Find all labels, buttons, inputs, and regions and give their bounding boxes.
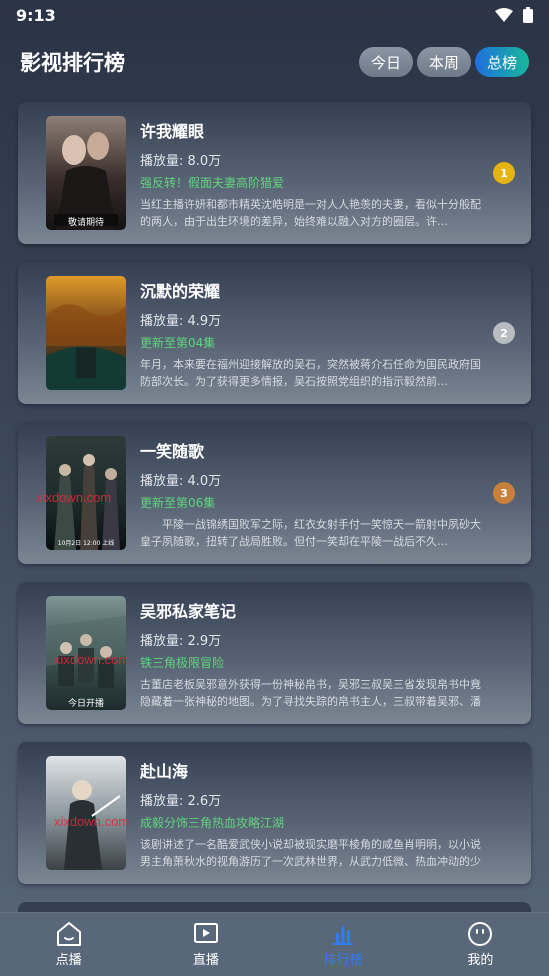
item-tag: 铁三角极限冒险 bbox=[140, 656, 225, 670]
nav-label: 排行榜 bbox=[323, 953, 363, 968]
nav-label: 点播 bbox=[55, 953, 82, 968]
watermark-text: xixdown.com bbox=[54, 652, 130, 667]
item-plays: 播放量: 4.0万 bbox=[140, 474, 222, 489]
poster-caption: 10月2日 12:00 上线 bbox=[57, 540, 115, 547]
item-title: 沉默的荣耀 bbox=[140, 282, 221, 301]
list-item[interactable]: 敬请期待 许我耀眼 播放量: 8.0万 强反转！假面夫妻高阶猎爱 当红主播许妍和… bbox=[18, 102, 531, 244]
nav-item-profile[interactable]: 我的 bbox=[440, 921, 520, 968]
item-description: 平陵一战锦绣国败军之际，红衣女射手付一笑惊天一箭射中夙砂大皇子夙随歌，扭转了战局… bbox=[140, 518, 481, 548]
item-tag: 强反转！假面夫妻高阶猎爱 bbox=[140, 176, 285, 190]
home-icon bbox=[56, 922, 81, 946]
watermark-text: xixdown.com bbox=[54, 814, 130, 829]
wifi-icon bbox=[495, 8, 513, 22]
item-description: 当红主播许妍和都市精英沈皓明是一对人人艳羡的夫妻，看似十分般配的两人，由于出生环… bbox=[140, 198, 481, 228]
rank-badge: 2 bbox=[493, 322, 515, 344]
nav-item-ranking[interactable]: 排行榜 bbox=[303, 921, 383, 968]
item-plays: 播放量: 4.9万 bbox=[140, 314, 222, 329]
period-tabs: 今日 本周 总榜 bbox=[358, 47, 529, 77]
status-time: 9:13 bbox=[16, 5, 56, 25]
tab-today[interactable]: 今日 bbox=[358, 47, 413, 77]
page-title: 影视排行榜 bbox=[20, 51, 125, 75]
item-tag: 更新至第04集 bbox=[140, 336, 216, 350]
bottom-nav: 点播 直播 排行榜 我的 bbox=[0, 912, 549, 976]
poster-caption: 敬请期待 bbox=[67, 218, 104, 228]
play-icon bbox=[193, 923, 218, 943]
nav-label: 直播 bbox=[192, 953, 219, 968]
item-title: 许我耀眼 bbox=[140, 122, 205, 141]
item-tag: 成毅分饰三角热血攻略江湖 bbox=[140, 816, 285, 830]
list-item[interactable]: 赴山海 播放量: 2.6万 成毅分饰三角热血攻略江湖 该剧讲述了一名酷爱武侠小说… bbox=[18, 742, 531, 884]
tab-week[interactable]: 本周 bbox=[416, 47, 471, 77]
item-description: 该剧讲述了一名酷爱武侠小说却被现实磨平棱角的咸鱼肖明明，以小说男主角萧秋水的视角… bbox=[140, 838, 481, 868]
poster-caption: 今日开播 bbox=[67, 699, 104, 709]
watermark-text: xixdown.com bbox=[36, 490, 112, 505]
list-item[interactable]: 沉默的荣耀 播放量: 4.9万 更新至第04集 年月，本来要在福州迎接解放的吴石… bbox=[18, 262, 531, 404]
list-item[interactable]: 10月2日 12:00 上线 一笑随歌 播放量: 4.0万 更新至第06集 平陵… bbox=[18, 422, 531, 564]
nav-label: 我的 bbox=[467, 953, 494, 968]
nav-item-live[interactable]: 直播 bbox=[166, 921, 246, 968]
item-plays: 播放量: 2.9万 bbox=[140, 634, 222, 649]
poster-image: 敬请期待 bbox=[46, 116, 126, 230]
item-title: 一笑随歌 bbox=[140, 442, 205, 461]
item-title: 赴山海 bbox=[140, 762, 189, 781]
header: 影视排行榜 今日 本周 总榜 bbox=[0, 40, 549, 84]
poster-image bbox=[46, 276, 126, 390]
rank-badge: 1 bbox=[493, 162, 515, 184]
item-plays: 播放量: 2.6万 bbox=[140, 794, 222, 809]
ranking-list: 敬请期待 许我耀眼 播放量: 8.0万 强反转！假面夫妻高阶猎爱 当红主播许妍和… bbox=[18, 102, 531, 902]
list-item[interactable]: 今日开播 吴邪私家笔记 播放量: 2.9万 铁三角极限冒险 古董店老板吴邪意外获… bbox=[18, 582, 531, 724]
battery-icon bbox=[523, 7, 533, 23]
status-icons bbox=[495, 7, 533, 23]
poster-image bbox=[46, 756, 126, 870]
status-bar: 9:13 bbox=[0, 0, 549, 30]
item-title: 吴邪私家笔记 bbox=[140, 602, 237, 621]
item-description: 古董店老板吴邪意外获得一份神秘帛书，吴邪三叔吴三省发现帛书中竟隐藏着一张神秘的地… bbox=[140, 678, 481, 708]
nav-item-home[interactable]: 点播 bbox=[29, 921, 109, 968]
item-description: 年月，本来要在福州迎接解放的吴石，突然被蒋介石任命为国民政府国防部次长。为了获得… bbox=[140, 358, 481, 388]
chart-icon bbox=[333, 926, 354, 945]
item-plays: 播放量: 8.0万 bbox=[140, 154, 222, 169]
item-tag: 更新至第06集 bbox=[140, 496, 216, 510]
tab-overall[interactable]: 总榜 bbox=[474, 47, 529, 77]
rank-badge: 3 bbox=[493, 482, 515, 504]
face-icon bbox=[468, 922, 493, 946]
